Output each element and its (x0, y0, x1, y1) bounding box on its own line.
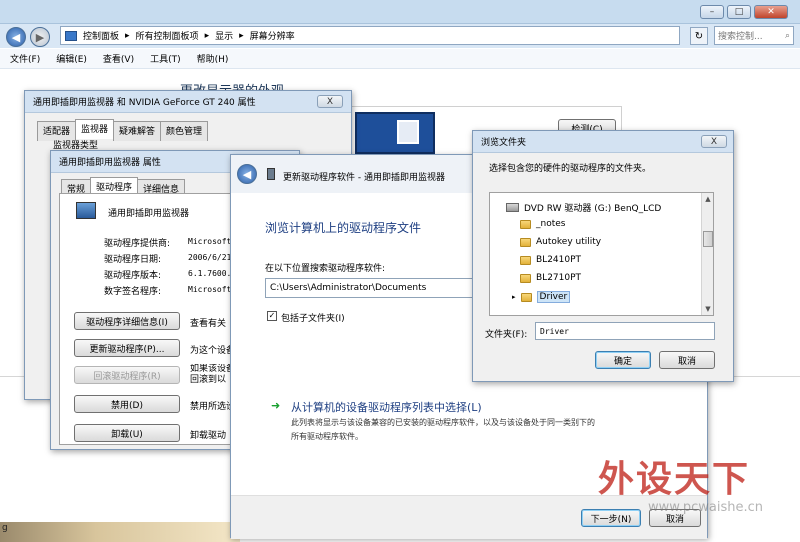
button-description: 查看有关 (190, 319, 227, 329)
address-row: ◀ ▶ 控制面板 ▸ 所有控制面板项 ▸ 显示 ▸ 屏幕分辨率 ↻ 搜索控制... ⌕ (0, 24, 800, 48)
folder-icon (520, 255, 531, 265)
driver-details-button[interactable]: 驱动程序详细信息(I) (74, 312, 180, 330)
menu-bar: 文件(F) 编辑(E) 查看(V) 工具(T) 帮助(H) (0, 49, 800, 69)
ok-button[interactable]: 确定 (595, 351, 651, 369)
field-value: 2006/6/21 (188, 253, 232, 262)
menu-file[interactable]: 文件(F) (10, 52, 40, 65)
path-label: 在以下位置搜索驱动程序软件: (265, 264, 386, 274)
field-value: 6.1.7600. (188, 269, 232, 278)
device-icon (267, 168, 275, 180)
include-subfolders-checkbox[interactable]: ✓ (267, 311, 277, 321)
folder-icon (520, 219, 531, 229)
instruction-text: 选择包含您的硬件的驱动程序的文件夹。 (489, 164, 652, 174)
browse-folder-dialog: 浏览文件夹 X 选择包含您的硬件的驱动程序的文件夹。 DVD RW 驱动器 (G… (472, 130, 734, 382)
uninstall-button[interactable]: 卸载(U) (74, 424, 180, 442)
update-driver-button[interactable]: 更新驱动程序(P)... (74, 339, 180, 357)
tree-item-drive[interactable]: DVD RW 驱动器 (G:) BenQ_LCD (506, 201, 661, 214)
pick-description: 所有驱动程序软件。 (291, 432, 363, 441)
scroll-thumb[interactable] (703, 231, 713, 247)
field-label: 驱动程序日期: (104, 255, 162, 265)
field-label: 数字签名程序: (104, 287, 162, 297)
field-label: 驱动程序提供商: (104, 239, 171, 249)
breadcrumb-item[interactable]: 显示 (215, 29, 233, 42)
maximize-button[interactable]: □ (727, 5, 751, 19)
device-name: 通用即插即用监视器 (108, 209, 190, 219)
control-panel-icon (65, 30, 77, 41)
dialog-title: 通用即插即用监视器 和 NVIDIA GeForce GT 240 属性 (25, 91, 351, 113)
folder-tree[interactable]: DVD RW 驱动器 (G:) BenQ_LCD _notes Autokey … (489, 192, 714, 316)
breadcrumb-item[interactable]: 屏幕分辨率 (250, 29, 295, 42)
collapse-arrow-icon: ▸ (512, 293, 516, 301)
button-description: 为这个设备 (190, 346, 236, 356)
scroll-up-icon[interactable]: ▲ (702, 193, 713, 205)
address-bar[interactable]: 控制面板 ▸ 所有控制面板项 ▸ 显示 ▸ 屏幕分辨率 (60, 26, 680, 45)
search-input[interactable]: 搜索控制... ⌕ (714, 26, 794, 45)
tree-item[interactable]: Autokey utility (520, 237, 601, 247)
monitor-preview[interactable] (355, 112, 435, 154)
folder-label: 文件夹(F): (485, 330, 528, 340)
include-subfolders-label: 包括子文件夹(I) (281, 314, 345, 324)
menu-view[interactable]: 查看(V) (103, 52, 134, 65)
tree-item[interactable]: BL2710PT (520, 273, 581, 283)
next-button[interactable]: 下一步(N) (581, 509, 641, 527)
button-description: 禁用所选设 (190, 402, 236, 412)
menu-help[interactable]: 帮助(H) (197, 52, 229, 65)
brand-watermark: 外设天下 (598, 458, 751, 500)
drive-icon (506, 203, 519, 212)
arrow-icon: ➜ (271, 399, 281, 412)
monitor-icon (76, 202, 96, 219)
tab-monitor[interactable]: 监视器 (75, 119, 115, 139)
tree-item[interactable]: _notes (520, 219, 565, 229)
tree-item[interactable]: BL2410PT (520, 255, 581, 265)
tree-scrollbar[interactable]: ▲ ▼ (701, 193, 713, 315)
close-button[interactable]: ✕ (754, 5, 788, 19)
field-value: Microsoft (188, 237, 232, 246)
wizard-heading: 浏览计算机上的驱动程序文件 (265, 221, 422, 235)
breadcrumb-item[interactable]: 所有控制面板项 (136, 29, 199, 42)
pick-description: 此列表将显示与该设备兼容的已安装的驱动程序软件，以及与该设备处于同一类别下的 (291, 418, 595, 427)
pick-from-list-link[interactable]: 从计算机的设备驱动程序列表中选择(L) (291, 399, 482, 415)
explorer-titlebar: – □ ✕ (0, 0, 800, 24)
button-description: 卸载驱动 (190, 431, 227, 441)
watermark-url: www.pcwaishe.cn (648, 500, 763, 515)
folder-icon (520, 237, 531, 247)
scroll-down-icon[interactable]: ▼ (702, 303, 713, 315)
back-icon[interactable]: ◀ (237, 164, 257, 184)
refresh-icon[interactable]: ↻ (690, 27, 708, 45)
folder-icon (520, 273, 531, 283)
disable-button[interactable]: 禁用(D) (74, 395, 180, 413)
field-value: Microsoft (188, 285, 232, 294)
breadcrumb-item[interactable]: 控制面板 (83, 29, 119, 42)
field-label: 驱动程序版本: (104, 271, 162, 281)
dialog-title: 浏览文件夹 (473, 131, 733, 153)
tree-item-selected[interactable]: ▸ Driver (512, 291, 571, 303)
rollback-driver-button[interactable]: 回滚驱动程序(R) (74, 366, 180, 384)
taskbar-fragment: g (2, 523, 8, 533)
search-icon: ⌕ (784, 30, 790, 41)
back-icon[interactable]: ◀ (6, 27, 26, 47)
wizard-title: 更新驱动程序软件 - 通用即插即用监视器 (283, 173, 445, 183)
menu-tools[interactable]: 工具(T) (150, 52, 181, 65)
tab-troubleshoot[interactable]: 疑难解答 (113, 121, 162, 141)
minimize-button[interactable]: – (700, 5, 724, 19)
close-icon[interactable]: X (701, 135, 727, 148)
forward-icon[interactable]: ▶ (30, 27, 50, 47)
path-input[interactable]: C:\Users\Administrator\Documents (265, 278, 495, 298)
menu-edit[interactable]: 编辑(E) (56, 52, 87, 65)
tab-color-management[interactable]: 颜色管理 (160, 121, 209, 141)
folder-input[interactable]: Driver (535, 322, 715, 340)
cancel-button[interactable]: 取消 (659, 351, 715, 369)
desktop-wallpaper-strip (0, 522, 240, 542)
close-icon[interactable]: X (317, 95, 343, 108)
window-controls: – □ ✕ (700, 5, 788, 19)
folder-icon (520, 292, 532, 302)
